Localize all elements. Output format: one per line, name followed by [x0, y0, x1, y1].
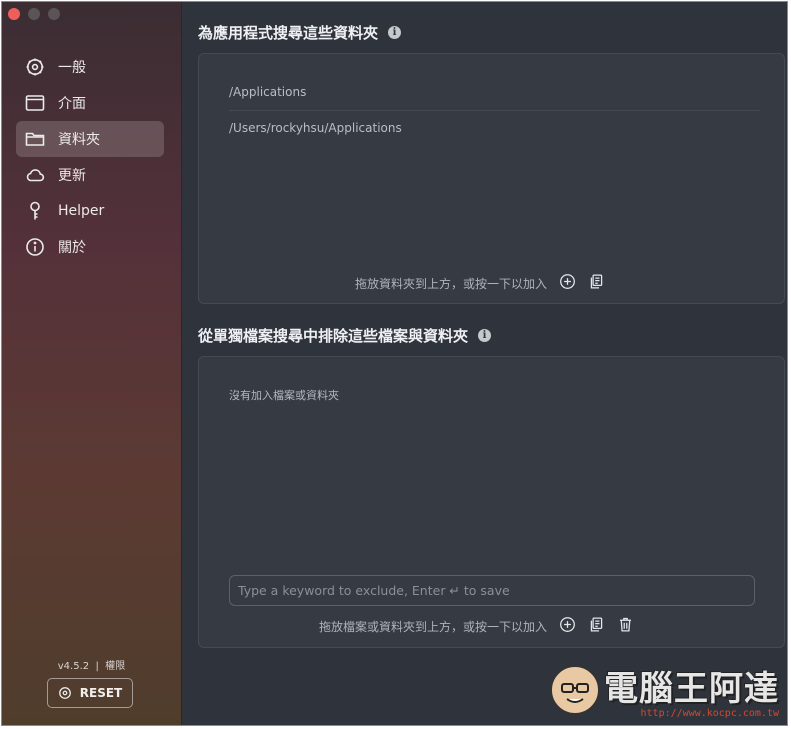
exclude-title: 從單獨檔案搜尋中排除這些檔案與資料夾 i [198, 325, 492, 346]
folder-path-row[interactable]: /Applications [229, 85, 760, 99]
exclude-actions: 拖放檔案或資料夾到上方，或按一下以加入 [319, 616, 634, 636]
sidebar-item-label: 關於 [58, 240, 86, 256]
info-icon[interactable]: i [388, 26, 402, 39]
sidebar-item-appearance[interactable]: 介面 [16, 85, 164, 121]
reset-gear-icon [58, 687, 71, 699]
search-folders-panel: /Applications /Users/rockyhsu/Applicatio… [198, 53, 785, 304]
drop-hint: 拖放資料夾到上方，或按一下以加入 [355, 276, 548, 291]
clipboard-icon [590, 617, 603, 632]
clipboard-icon [590, 274, 603, 289]
search-folders-actions: 拖放資料夾到上方，或按一下以加入 [355, 273, 605, 293]
sidebar-item-label: Helper [58, 203, 105, 219]
info-icon[interactable]: i [478, 329, 492, 342]
sidebar-item-about[interactable]: 關於 [16, 229, 164, 265]
sidebar-item-helper[interactable]: Helper [16, 193, 164, 229]
version-info: v4.5.2 | 權限 [2, 657, 181, 672]
sidebar: 一般 介面 資料夾 更新 Helper 關於 v4.5.2 | 權限 RESET [2, 2, 182, 725]
version-label: v4.5.2 [57, 661, 90, 672]
site-watermark: 電腦王阿達 http://www.kocpc.com.tw [550, 661, 779, 719]
row-divider [229, 110, 760, 111]
sidebar-item-updates[interactable]: 更新 [16, 157, 164, 193]
watermark-url: http://www.kocpc.com.tw [640, 708, 779, 719]
folder-icon [24, 128, 46, 150]
mascot-face-icon [550, 665, 600, 715]
folder-path-row[interactable]: /Users/rockyhsu/Applications [229, 121, 760, 135]
sidebar-nav: 一般 介面 資料夾 更新 Helper 關於 [16, 49, 164, 265]
info-icon [24, 236, 46, 258]
watermark-title: 電腦王阿達 [604, 669, 779, 709]
window-icon [24, 92, 46, 114]
main-content: 為應用程式搜尋這些資料夾 i /Applications /Users/rock… [182, 2, 787, 725]
window-controls [8, 8, 60, 20]
paste-exclusion-button[interactable] [588, 616, 605, 636]
plus-circle-icon [560, 617, 575, 632]
exclude-panel: 沒有加入檔案或資料夾 拖放檔案或資料夾到上方，或按一下以加入 [198, 356, 785, 648]
search-folders-title: 為應用程式搜尋這些資料夾 i [198, 22, 402, 43]
plus-circle-icon [560, 274, 575, 289]
zoom-window-button[interactable] [48, 8, 60, 20]
sidebar-item-general[interactable]: 一般 [16, 49, 164, 85]
permissions-link[interactable]: 權限 [105, 661, 125, 672]
sidebar-item-label: 資料夾 [58, 132, 100, 148]
sidebar-item-label: 介面 [58, 96, 86, 112]
sidebar-item-folders[interactable]: 資料夾 [16, 121, 164, 157]
trash-icon [619, 617, 632, 632]
reset-button[interactable]: RESET [47, 678, 133, 708]
sidebar-item-label: 更新 [58, 168, 86, 184]
key-icon [24, 200, 46, 222]
minimize-window-button[interactable] [28, 8, 40, 20]
search-folders-title-text: 為應用程式搜尋這些資料夾 [198, 24, 379, 42]
gear-icon [24, 56, 46, 78]
app-window: 一般 介面 資料夾 更新 Helper 關於 v4.5.2 | 權限 RESET… [1, 1, 788, 726]
add-folder-button[interactable] [559, 273, 576, 293]
exclude-keyword-input[interactable] [229, 575, 755, 606]
drop-hint: 拖放檔案或資料夾到上方，或按一下以加入 [319, 619, 548, 634]
exclude-title-text: 從單獨檔案搜尋中排除這些檔案與資料夾 [198, 327, 469, 345]
version-separator: | [95, 661, 99, 672]
add-exclusion-button[interactable] [559, 616, 576, 636]
paste-folder-button[interactable] [588, 273, 605, 293]
close-window-button[interactable] [8, 8, 20, 20]
empty-state-text: 沒有加入檔案或資料夾 [229, 389, 339, 402]
delete-exclusion-button[interactable] [617, 616, 634, 636]
cloud-icon [24, 164, 46, 186]
sidebar-item-label: 一般 [58, 60, 86, 76]
reset-label: RESET [79, 686, 123, 700]
